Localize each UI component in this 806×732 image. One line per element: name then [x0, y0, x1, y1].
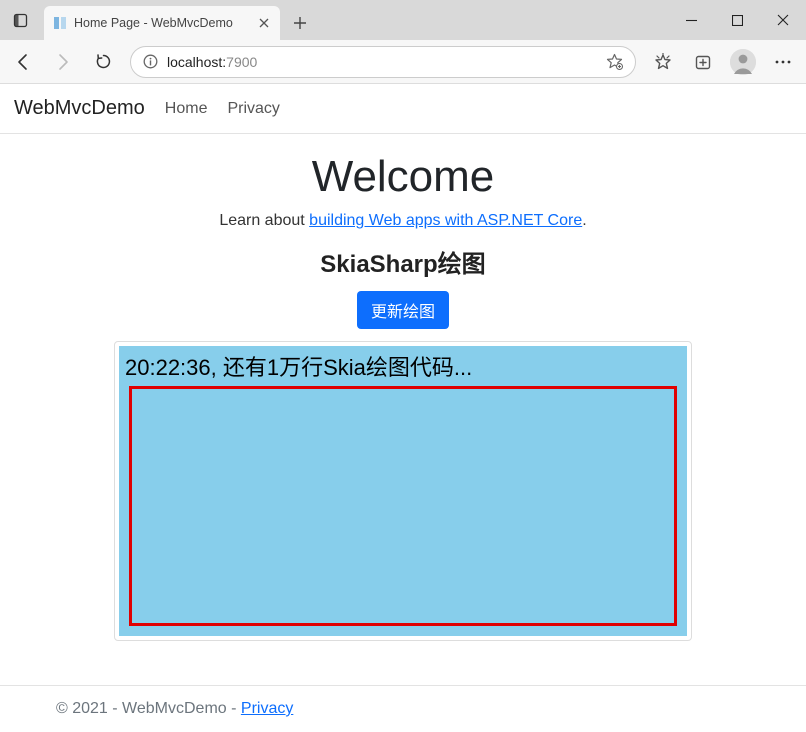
back-button[interactable] — [4, 44, 42, 80]
refresh-drawing-button[interactable]: 更新绘图 — [357, 291, 449, 329]
tab-close-icon[interactable] — [256, 15, 272, 31]
footer-privacy-link[interactable]: Privacy — [241, 700, 293, 717]
main-content: Welcome Learn about building Web apps wi… — [0, 134, 806, 685]
welcome-heading: Welcome — [312, 152, 495, 202]
new-tab-button[interactable] — [284, 6, 316, 40]
nav-home[interactable]: Home — [165, 100, 208, 118]
canvas-rect — [129, 386, 677, 626]
site-info-icon[interactable] — [141, 54, 159, 69]
tab-title: Home Page - WebMvcDemo — [74, 16, 250, 30]
address-bar[interactable]: localhost:7900 — [130, 46, 636, 78]
collections-icon[interactable] — [684, 44, 722, 80]
forward-button[interactable] — [44, 44, 82, 80]
skia-canvas: 20:22:36, 还有1万行Skia绘图代码... — [119, 346, 687, 636]
favorites-icon[interactable] — [644, 44, 682, 80]
skia-heading: SkiaSharp绘图 — [320, 244, 485, 279]
menu-button[interactable] — [764, 44, 802, 80]
learn-link[interactable]: building Web apps with ASP.NET Core — [309, 212, 582, 229]
nav-privacy[interactable]: Privacy — [227, 100, 279, 118]
favorite-icon[interactable] — [603, 53, 625, 70]
brand-link[interactable]: WebMvcDemo — [14, 97, 145, 120]
profile-avatar-icon — [730, 49, 756, 75]
window-controls — [668, 0, 806, 40]
page-viewport: WebMvcDemo Home Privacy Welcome Learn ab… — [0, 84, 806, 732]
canvas-panel: 20:22:36, 还有1万行Skia绘图代码... — [114, 341, 692, 641]
tab-actions-icon[interactable] — [0, 0, 40, 40]
window-titlebar: Home Page - WebMvcDemo — [0, 0, 806, 40]
site-footer: © 2021 - WebMvcDemo - Privacy — [0, 685, 806, 732]
tab-favicon-icon — [52, 15, 68, 31]
browser-toolbar: localhost:7900 — [0, 40, 806, 84]
minimize-button[interactable] — [668, 4, 714, 36]
maximize-button[interactable] — [714, 4, 760, 36]
window-close-button[interactable] — [760, 4, 806, 36]
footer-text: © 2021 - WebMvcDemo - — [56, 700, 241, 717]
site-navbar: WebMvcDemo Home Privacy — [0, 84, 806, 134]
profile-button[interactable] — [724, 44, 762, 80]
canvas-caption: 20:22:36, 还有1万行Skia绘图代码... — [125, 350, 472, 382]
browser-tab[interactable]: Home Page - WebMvcDemo — [44, 6, 280, 40]
address-host: localhost:7900 — [167, 54, 257, 70]
learn-text: Learn about building Web apps with ASP.N… — [219, 212, 586, 230]
refresh-button[interactable] — [84, 44, 122, 80]
